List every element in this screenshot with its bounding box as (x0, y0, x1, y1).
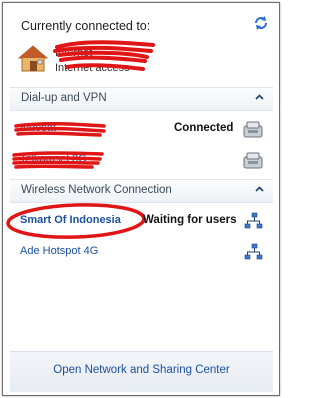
network-status: Waiting for users (143, 214, 237, 226)
list-item-wireless-1[interactable]: Smart Of Indonesia Waiting for users (6, 203, 273, 239)
wifi-signal-icon (244, 212, 263, 229)
red-redaction-scribble (12, 151, 104, 169)
chevron-up-icon[interactable] (255, 185, 264, 194)
network-name: Smart Of Indonesia (20, 214, 121, 226)
currently-connected-title: Currently connected to: (21, 19, 151, 33)
refresh-icon[interactable] (253, 15, 269, 31)
modem-icon (243, 121, 263, 138)
red-redaction-scribble (53, 40, 155, 71)
wifi-signal-icon (244, 243, 263, 260)
section-label: Wireless Network Connection (21, 184, 172, 196)
footer-bar: Open Network and Sharing Center (10, 351, 273, 392)
network-flyout: Currently connected to: Internet Interne… (2, 2, 280, 396)
chevron-up-icon[interactable] (255, 93, 264, 102)
open-network-sharing-center-link[interactable]: Open Network and Sharing Center (10, 364, 273, 376)
modem-icon (243, 152, 263, 169)
network-name: Ade Hotspot 4G (20, 245, 99, 257)
red-redaction-scribble (14, 121, 106, 137)
connection-status: Connected (174, 122, 234, 134)
section-label: Dial-up and VPN (21, 92, 107, 104)
section-dialup-vpn[interactable]: Dial-up and VPN (10, 87, 273, 111)
house-icon (18, 45, 48, 72)
list-item-dialup-2[interactable]: Telkomsel 3G (10, 147, 273, 173)
list-item-wireless-2[interactable]: Ade Hotspot 4G (10, 239, 273, 265)
list-item-dialup-1[interactable]: Indosat Connected (10, 116, 273, 142)
